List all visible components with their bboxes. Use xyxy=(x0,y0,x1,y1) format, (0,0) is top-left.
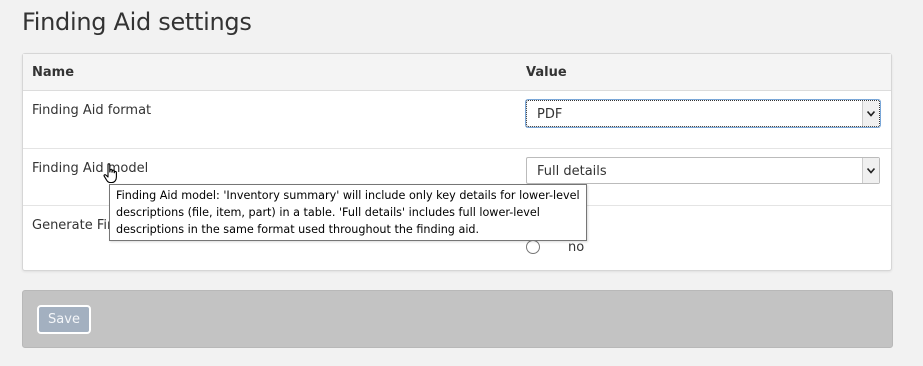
finding-aid-model-select[interactable]: Full details xyxy=(526,157,880,184)
finding-aid-format-select[interactable]: PDF xyxy=(526,100,880,127)
finding-aid-model-tooltip: Finding Aid model: 'Inventory summary' w… xyxy=(109,184,587,241)
finding-aid-format-label: Finding Aid format xyxy=(32,103,152,118)
column-header-name: Name xyxy=(32,65,75,80)
table-row-format: Finding Aid format PDF xyxy=(23,91,891,149)
table-header: Name Value xyxy=(23,54,891,91)
finding-aid-format-value: PDF xyxy=(537,107,563,122)
form-actions-bar: Save xyxy=(22,290,893,348)
chevron-down-icon[interactable] xyxy=(862,101,879,126)
generate-finding-aid-label: Generate Fin xyxy=(32,218,116,233)
generate-no-radio[interactable] xyxy=(526,240,540,254)
finding-aid-model-label: Finding Aid model xyxy=(32,161,149,176)
hand-pointer-icon xyxy=(103,163,117,184)
save-button[interactable]: Save xyxy=(37,305,91,334)
page-title: Finding Aid settings xyxy=(22,8,252,36)
finding-aid-model-value: Full details xyxy=(537,164,607,179)
column-header-value: Value xyxy=(526,65,567,80)
generate-no-radio-label[interactable]: no xyxy=(568,240,584,255)
chevron-down-icon[interactable] xyxy=(862,158,879,183)
